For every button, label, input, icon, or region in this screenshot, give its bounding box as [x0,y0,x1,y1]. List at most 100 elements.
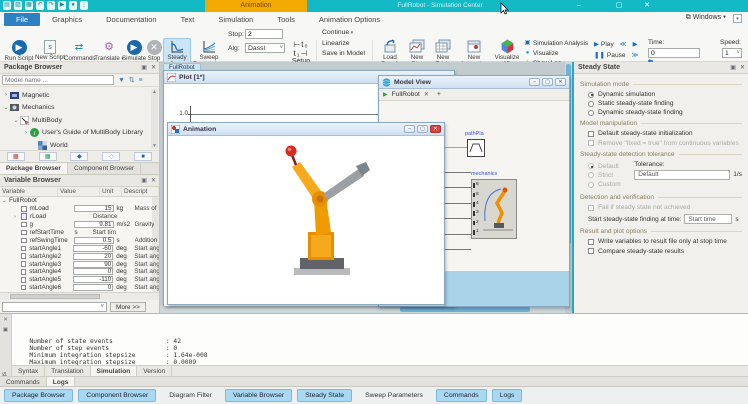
variable-value-input[interactable]: -110 [73,276,113,283]
ribbon-tab[interactable]: Animation Options [307,13,392,26]
save-in-model-button[interactable]: Save in Model [322,50,365,57]
radio-option[interactable]: Custom [588,181,634,188]
variable-row[interactable]: startAngle5 -110 deg Start ang [0,276,159,284]
column-description[interactable]: Descript [122,187,159,196]
variable-value-input[interactable]: 90 [73,261,113,268]
variable-row[interactable]: startAngle4 0 deg Start ang [0,268,159,276]
column-value[interactable]: Value [58,187,100,196]
step-forward-icon[interactable]: ▶ [633,40,638,48]
collapse-ribbon-button[interactable]: ▾ [733,14,742,23]
filter-icon[interactable]: ▼ [118,77,125,84]
variable-row[interactable]: startAngle2 20 deg Start ang [0,252,159,260]
ribbon-tab[interactable]: Documentation [94,13,168,26]
variable-row[interactable]: refSwingTime 0.5 s Addition [0,236,159,244]
variable-checkbox[interactable] [21,238,27,244]
browser-tab[interactable]: Component Browser [68,163,141,174]
add-tab-icon[interactable]: + [437,91,441,98]
radio-option[interactable]: Strict [588,172,634,179]
radio-option[interactable]: Static steady-state finding [588,100,742,107]
radio-option[interactable]: Dynamic simulation [588,91,742,98]
tree-item-magnetic[interactable]: › Magnetic [0,89,159,102]
variable-row[interactable]: rLoad Distance [0,213,159,221]
checkbox-option[interactable]: Remove "fixed = true" from continuous va… [588,140,742,147]
float-icon[interactable]: ▣ [730,64,736,71]
column-variable[interactable]: Variable [0,187,58,196]
ribbon-tab[interactable]: Text [169,13,207,26]
panel-toggle-button[interactable]: Sweep Parameters [357,389,431,402]
checkbox-icon[interactable] [588,239,594,245]
mechanics-block[interactable]: 654321 [471,179,517,239]
close-icon[interactable]: ✕ [740,64,745,71]
panel-toggle-button[interactable]: Variable Browser [225,389,292,402]
close-icon[interactable]: ✕ [151,177,156,184]
variable-row[interactable]: startAngle1 -60 deg Start ang [0,244,159,252]
simulate-icon[interactable]: ▶ [58,1,66,10]
mechanics-port[interactable]: 4 [473,202,480,207]
variable-row[interactable]: refStartTime s Start tim [0,229,159,237]
path-planning-block[interactable] [467,139,485,157]
play-button[interactable]: ▶ Play [594,40,614,48]
variable-value-input[interactable]: 0 [73,284,113,291]
maximize-button[interactable]: ▢ [608,1,630,11]
ribbon-tab[interactable]: Tools [265,13,307,26]
radio-icon[interactable] [588,92,594,98]
variable-row[interactable]: mLoad 15 kg Mass of [0,205,159,213]
new-icon[interactable]: ▤ [3,1,11,10]
checkbox-icon[interactable] [588,248,594,254]
mechanics-port[interactable]: 1 [473,230,480,235]
checkbox-option[interactable]: Default steady-state initialization [588,130,742,137]
tree-item-users-guide[interactable]: › i User's Guide of MultiBody Library [0,127,159,140]
variable-checkbox[interactable] [21,269,27,275]
context-tab-animation[interactable]: Animation [205,0,307,12]
simulate-button[interactable]: ▶ Simulate [122,40,146,63]
sort-icon[interactable]: ⇅ [129,77,135,84]
model-play-icon[interactable]: ▶ [383,91,388,98]
undo-icon[interactable]: ↶ [36,1,44,10]
tab-close-icon[interactable]: ✕ [424,91,429,98]
variable-checkbox[interactable] [21,277,27,283]
minimize-button[interactable]: – [404,125,415,133]
tolerance-input[interactable] [634,170,730,180]
log-output[interactable]: Number of state events : 42 Number of st… [12,314,748,365]
open-icon[interactable]: ▨ [14,1,22,10]
expander-icon[interactable] [2,198,9,204]
float-icon[interactable]: ▣ [2,326,10,334]
minimize-button[interactable]: – [529,78,540,86]
ribbon-tab[interactable]: Simulation [206,13,265,26]
variable-checkbox[interactable] [21,246,27,252]
animation-canvas[interactable] [168,136,444,304]
tree-scrollbar[interactable]: ▲▼ [151,89,158,149]
record-filter-icon[interactable]: ◇ [102,152,120,161]
close-button[interactable]: ✕ [636,1,658,11]
save-icon[interactable]: ▦ [25,1,33,10]
browser-tab[interactable]: Package Browser [0,163,68,174]
stop-time-input[interactable] [245,29,283,39]
variable-checkbox[interactable] [21,206,27,212]
float-icon[interactable]: ▣ [141,177,147,184]
variable-row[interactable]: FullRobot [0,197,159,205]
mechanics-port[interactable]: 2 [473,221,480,226]
translate-button[interactable]: ⚙ Translate [94,40,124,63]
panel-toggle-button[interactable]: Package Browser [4,389,73,402]
block-filter-icon[interactable]: ■ [134,152,152,161]
algorithm-select[interactable]: Dassl [245,43,285,53]
checkbox-icon[interactable] [588,131,594,137]
panel-toggle-button[interactable]: Logs [492,389,523,402]
mdi-horizontal-scrollbar[interactable] [160,306,565,313]
expander-icon[interactable] [14,214,21,220]
variable-checkbox[interactable] [21,285,27,291]
visualize-button[interactable]: ● Visualize [524,50,588,57]
radio-icon[interactable] [588,182,594,188]
variable-hscrollbar[interactable] [0,292,159,300]
variable-row[interactable]: g 9.81 m/s2 Gravity [0,221,159,229]
pause-button[interactable]: ❚❚ Pause [594,51,626,59]
rewind-icon[interactable]: ≪ [620,40,627,48]
ribbon-tab[interactable]: Graphics [40,13,94,26]
stop-icon[interactable]: ● [69,1,77,10]
tree-item-mechanics[interactable]: ⌄ Mechanics [0,102,159,115]
checkbox-option[interactable]: Fail if steady state not achieved [588,204,742,211]
variable-checkbox[interactable] [21,222,27,228]
continue-button[interactable]: Continue [322,29,365,36]
stop-button[interactable]: ✕ Stop [144,40,164,63]
checkbox-option[interactable]: Write variables to result file only at s… [588,238,742,245]
